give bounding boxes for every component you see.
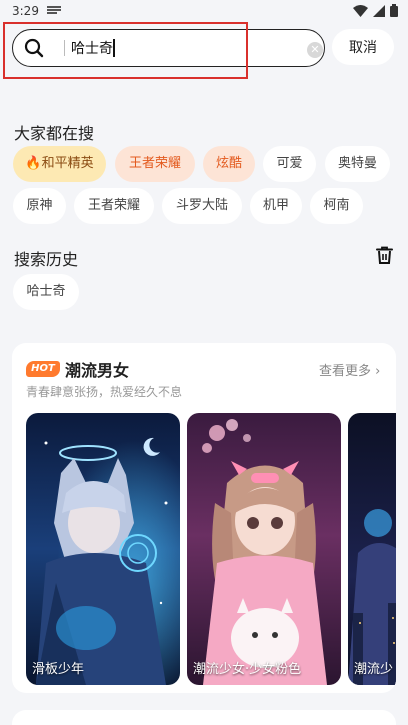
thumbnail-label: 滑板少年 (32, 662, 85, 677)
trash-icon[interactable] (376, 246, 393, 264)
wallpaper-thumbnail[interactable]: 潮流少 (348, 413, 396, 685)
trending-chip[interactable]: 🔥和平精英 (13, 146, 106, 182)
trending-chip[interactable]: 炫酷 (203, 146, 255, 182)
trending-chip[interactable]: 王者荣耀 (115, 146, 195, 182)
search-icon (24, 38, 44, 58)
hot-badge: HOT (26, 361, 60, 377)
anime-city-image (348, 413, 396, 685)
search-divider (64, 40, 65, 56)
trending-chip[interactable]: 原神 (13, 188, 66, 224)
cancel-button[interactable]: 取消 (332, 29, 394, 65)
status-bar: 3:29 (0, 0, 408, 24)
card-subtitle: 青春肆意张扬，热爱经久不息 (26, 385, 183, 399)
trending-chip[interactable]: 王者荣耀 (74, 188, 154, 224)
history-title: 搜索历史 (14, 250, 79, 269)
thumbnail-label: 潮流少女·少女粉色 (193, 662, 302, 677)
trending-chip[interactable]: 斗罗大陆 (162, 188, 242, 224)
search-box[interactable]: ✕ (12, 29, 325, 67)
status-time: 3:29 (12, 4, 39, 18)
anime-boy-image (26, 413, 180, 685)
signal-icon (373, 4, 385, 17)
anime-girl-image (187, 413, 341, 685)
wallpaper-thumbnail[interactable]: 滑板少年 (26, 413, 180, 685)
notification-icon (47, 6, 61, 14)
history-chip[interactable]: 哈士奇 (13, 274, 79, 310)
trending-chip[interactable]: 奥特曼 (325, 146, 390, 182)
trending-title: 大家都在搜 (14, 124, 95, 143)
trending-chip[interactable]: 可爱 (263, 146, 316, 182)
battery-icon (390, 4, 398, 17)
clear-icon[interactable]: ✕ (307, 42, 323, 58)
system-icons (353, 4, 398, 17)
thumbnail-label: 潮流少 (354, 662, 394, 677)
featured-card: HOT 潮流男女 查看更多 › 青春肆意张扬，热爱经久不息 滑板少年 潮流少女·… (12, 343, 396, 693)
text-cursor (113, 39, 115, 57)
trending-chip[interactable]: 机甲 (250, 188, 302, 224)
wifi-icon (353, 4, 368, 17)
trending-chip[interactable]: 柯南 (310, 188, 363, 224)
next-card (12, 710, 396, 725)
wallpaper-thumbnail[interactable]: 潮流少女·少女粉色 (187, 413, 341, 685)
see-more-link[interactable]: 查看更多 › (319, 360, 380, 379)
card-title: 潮流男女 (65, 361, 130, 380)
search-input[interactable] (71, 37, 291, 59)
